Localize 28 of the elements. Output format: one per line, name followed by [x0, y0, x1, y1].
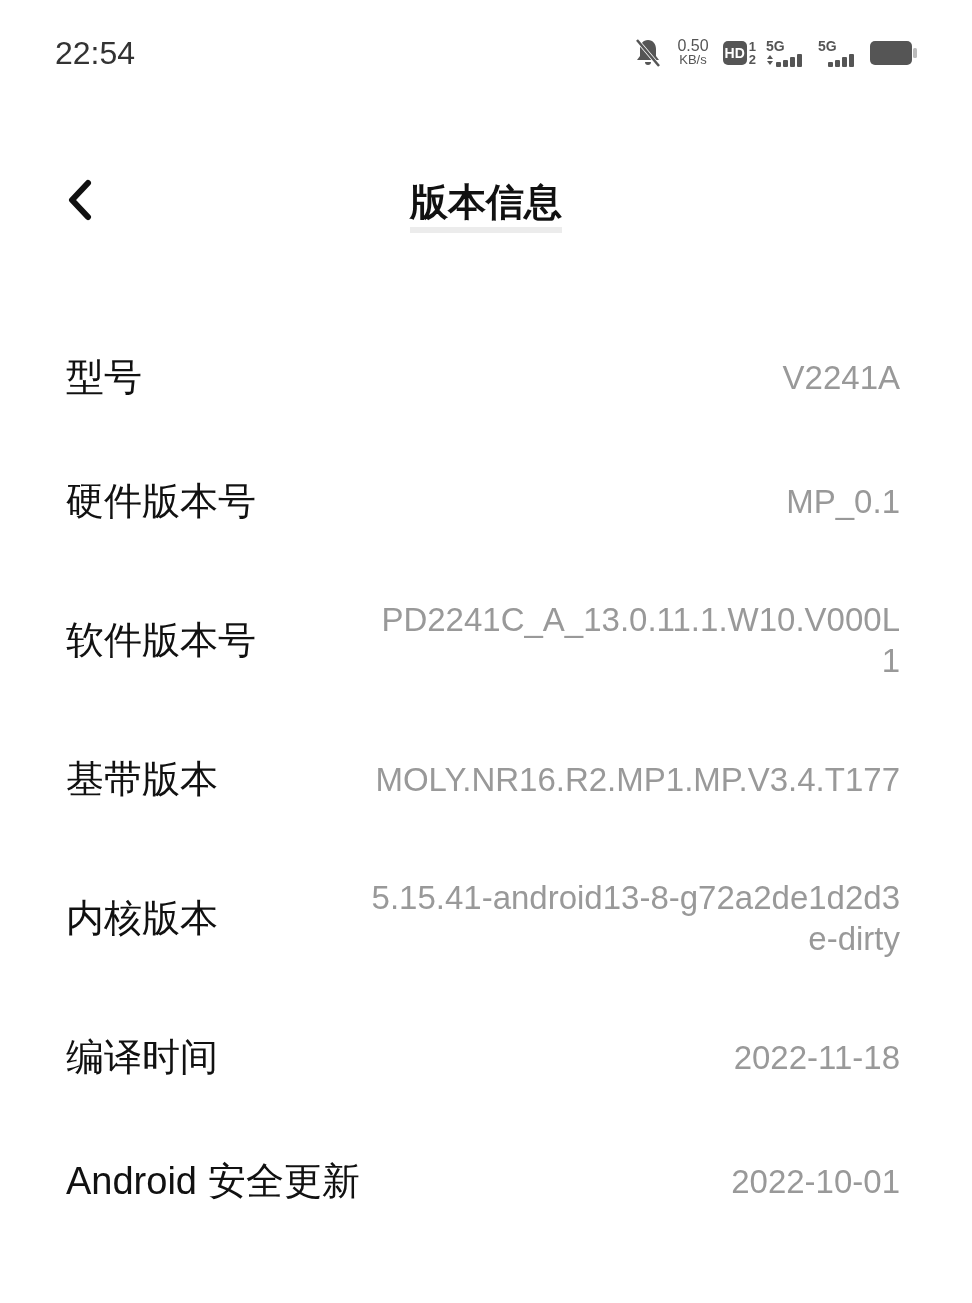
setting-label: 软件版本号	[66, 617, 256, 663]
setting-value: MP_0.1	[786, 481, 900, 522]
setting-value: MOLY.NR16.R2.MP1.MP.V3.4.T177	[375, 759, 900, 800]
setting-label: 型号	[66, 354, 142, 400]
setting-label: 硬件版本号	[66, 478, 256, 524]
setting-value: 1	[881, 641, 900, 681]
setting-label: Android 安全更新	[66, 1158, 360, 1204]
sim-number: 2	[748, 52, 756, 66]
setting-value: PD2241C_A_13.0.11.1.W10.V000L	[381, 600, 900, 640]
network-type: 5G	[766, 38, 786, 53]
setting-value: 2022-11-18	[733, 1037, 900, 1078]
muted-bell-icon	[635, 37, 662, 68]
setting-label: 基带版本	[66, 756, 218, 802]
setting-label: 内核版本	[66, 895, 218, 941]
hd-badge: HD	[722, 40, 747, 65]
setting-label: 编译时间	[66, 1034, 218, 1080]
setting-value: e-dirty	[808, 919, 900, 959]
setting-value: 5.15.41-android13-8-g72a2de1d2d3	[371, 878, 900, 918]
page-title: 版本信息	[410, 177, 562, 233]
clock-time: 22:54	[55, 33, 136, 73]
battery-icon	[870, 39, 918, 66]
setting-value: V2241A	[782, 357, 900, 398]
back-icon	[66, 179, 94, 221]
network-speed: 0.50	[677, 38, 709, 53]
speed-unit: KB/s	[679, 52, 707, 67]
network-type: 5G	[818, 38, 838, 53]
sim-number: 1	[748, 39, 756, 53]
setting-value: 2022-10-01	[731, 1161, 900, 1202]
